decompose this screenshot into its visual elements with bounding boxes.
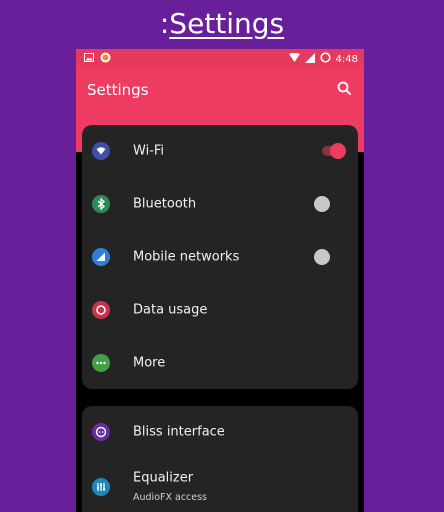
status-time: 4:48	[335, 53, 358, 65]
settings-item-bluetooth[interactable]: Bluetooth	[82, 178, 358, 230]
search-button[interactable]	[334, 78, 356, 100]
settings-item-label: Equalizer	[133, 470, 194, 486]
settings-card-customization: Bliss interface Equalizer AudioFX access	[82, 406, 358, 512]
settings-item-mobile-networks[interactable]: Mobile networks	[82, 231, 358, 283]
cell-signal-icon	[304, 52, 315, 66]
settings-item-bliss-interface[interactable]: Bliss interface	[82, 406, 358, 458]
settings-item-label: Bluetooth	[133, 196, 197, 212]
settings-item-label: Wi-Fi	[133, 143, 165, 159]
wifi-toggle[interactable]	[330, 143, 346, 159]
wifi-icon	[92, 142, 110, 160]
bluetooth-icon	[92, 195, 110, 213]
page-title: Settings	[87, 81, 149, 99]
settings-card-connectivity: Wi-Fi Bluetooth Mobile networks Data usa…	[82, 125, 358, 389]
more-icon	[92, 354, 110, 372]
bluetooth-toggle[interactable]	[314, 196, 330, 212]
settings-item-data-usage[interactable]: Data usage	[82, 284, 358, 336]
mobile-network-icon	[92, 248, 110, 266]
app-notification-icon	[100, 52, 111, 66]
wifi-signal-icon	[288, 52, 300, 66]
settings-item-label: Mobile networks	[133, 249, 240, 265]
settings-item-subtitle: AudioFX access	[133, 492, 208, 503]
data-usage-icon	[92, 301, 110, 319]
banner-prefix: :	[159, 7, 170, 40]
battery-ring-icon	[319, 52, 331, 66]
settings-item-label: More	[133, 355, 166, 371]
banner: :Settings	[0, 4, 444, 44]
equalizer-icon	[92, 478, 110, 496]
phone-screen: 4:48 Settings Wi-Fi Bluetooth Mobile net…	[76, 49, 364, 512]
status-bar: 4:48	[76, 49, 364, 68]
settings-item-wifi[interactable]: Wi-Fi	[82, 125, 358, 177]
bliss-icon	[92, 423, 110, 441]
image-icon	[84, 53, 94, 65]
settings-item-label: Data usage	[133, 302, 208, 318]
search-icon	[334, 81, 356, 104]
settings-item-label: Bliss interface	[133, 424, 225, 440]
mobile-networks-toggle[interactable]	[314, 249, 330, 265]
banner-title: Settings	[169, 7, 285, 40]
settings-item-more[interactable]: More	[82, 337, 358, 389]
settings-item-equalizer[interactable]: Equalizer AudioFX access	[82, 459, 358, 512]
